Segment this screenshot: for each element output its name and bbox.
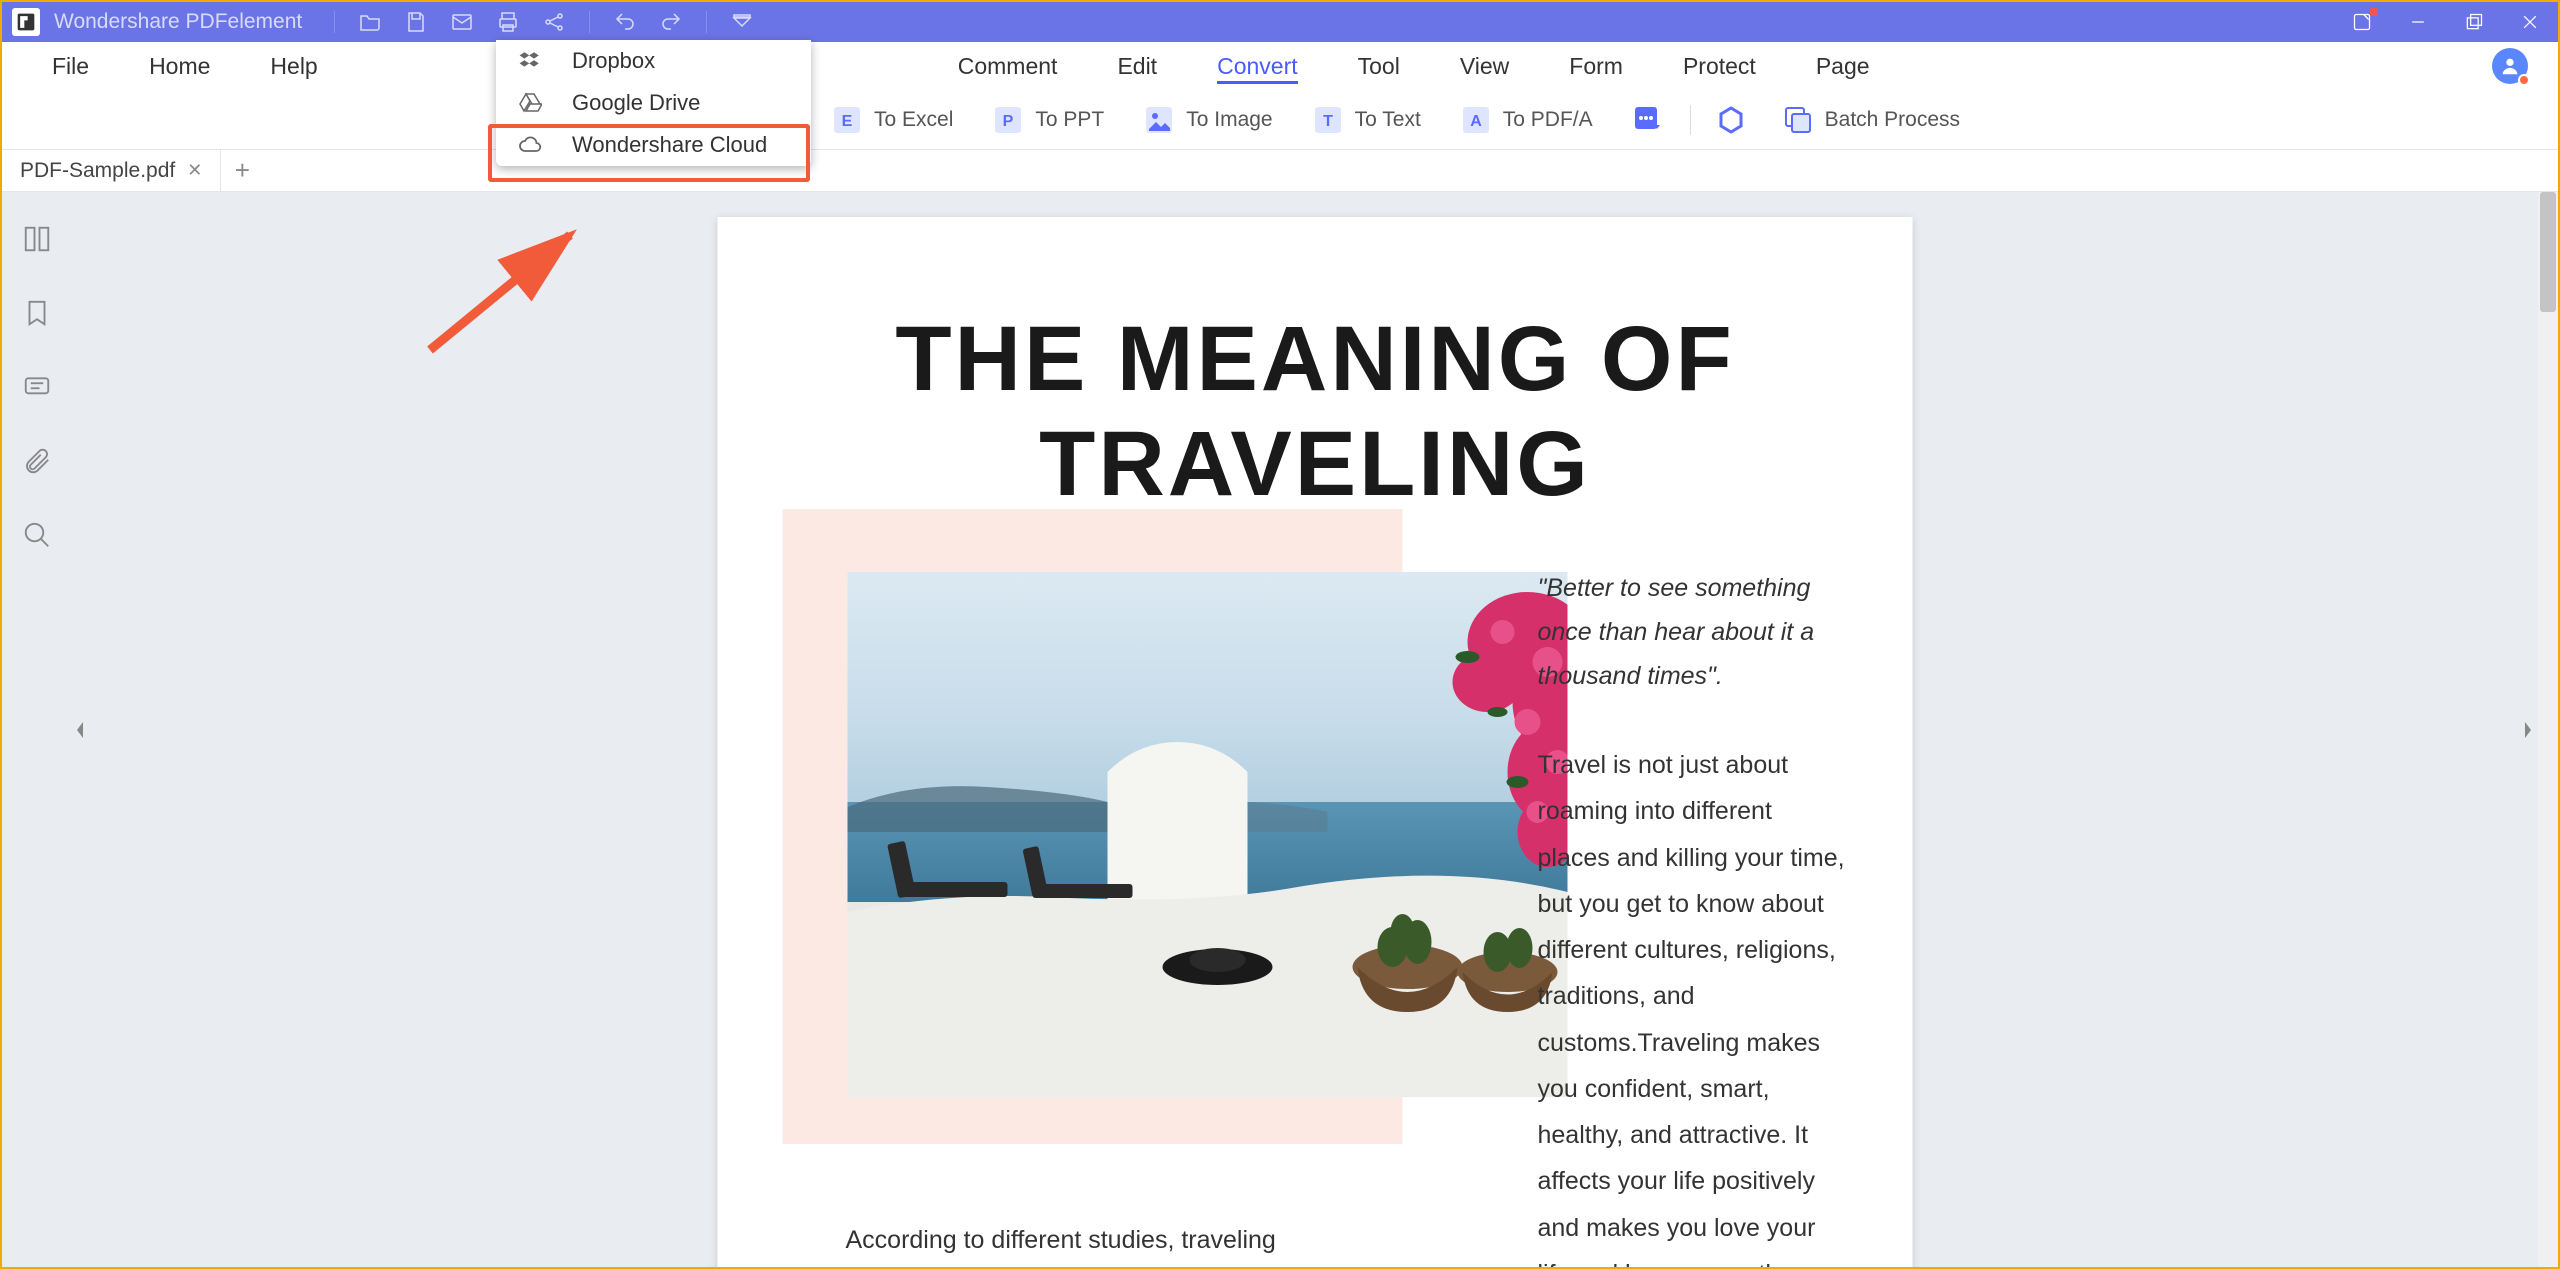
notification-badge xyxy=(2518,74,2530,86)
minimize-icon[interactable] xyxy=(2390,2,2446,42)
more-icon xyxy=(1633,105,1663,135)
svg-text:T: T xyxy=(1323,113,1333,130)
search-panel-icon[interactable] xyxy=(20,518,54,552)
maximize-icon[interactable] xyxy=(2446,2,2502,42)
convert-settings-button[interactable] xyxy=(1716,105,1758,135)
document-quote: "Better to see something once than hear … xyxy=(1538,567,1848,698)
to-text-label: To Text xyxy=(1355,108,1421,132)
mail-icon[interactable] xyxy=(447,7,477,37)
batch-icon xyxy=(1783,105,1813,135)
expand-right-panel-icon[interactable] xyxy=(2520,705,2536,755)
menu-tool[interactable]: Tool xyxy=(1328,53,1430,80)
dropdown-wscloud-label: Wondershare Cloud xyxy=(572,132,767,158)
vertical-scrollbar[interactable] xyxy=(2538,192,2558,1267)
document-paragraph-1: Travel is not just about roaming into di… xyxy=(1538,742,1848,1267)
dropdown-google-drive[interactable]: Google Drive xyxy=(496,82,811,124)
bookmarks-panel-icon[interactable] xyxy=(20,296,54,330)
svg-text:A: A xyxy=(1470,113,1482,130)
title-bar: Wondershare PDFelement xyxy=(2,2,2558,42)
batch-process-label: Batch Process xyxy=(1825,108,1960,132)
cloud-icon xyxy=(516,131,544,159)
dropdown-dropbox-label: Dropbox xyxy=(572,48,655,74)
gdrive-icon xyxy=(516,89,544,117)
user-avatar[interactable] xyxy=(2492,48,2528,84)
to-ppt-button[interactable]: P To PPT xyxy=(993,105,1104,135)
document-paragraph-2: According to different studies, travelin… xyxy=(846,1217,1316,1267)
document-title: THE MEANING OF TRAVELING xyxy=(718,307,1913,517)
to-pdfa-button[interactable]: A To PDF/A xyxy=(1461,105,1593,135)
dropdown-dropbox[interactable]: Dropbox xyxy=(496,40,811,82)
menu-form[interactable]: Form xyxy=(1539,53,1653,80)
redo-icon[interactable] xyxy=(656,7,686,37)
dropdown-wondershare-cloud[interactable]: Wondershare Cloud xyxy=(496,124,811,166)
pdf-page: THE MEANING OF TRAVELING xyxy=(718,217,1913,1267)
share-icon[interactable] xyxy=(539,7,569,37)
scrollbar-thumb[interactable] xyxy=(2540,192,2556,312)
excel-icon: E xyxy=(832,105,862,135)
to-excel-button[interactable]: E To Excel xyxy=(832,105,953,135)
open-file-icon[interactable] xyxy=(355,7,385,37)
comments-panel-icon[interactable] xyxy=(20,370,54,404)
more-convert-button[interactable] xyxy=(1633,105,1675,135)
svg-text:P: P xyxy=(1003,113,1014,130)
batch-process-button[interactable]: Batch Process xyxy=(1783,105,1960,135)
expand-left-panel-icon[interactable] xyxy=(72,705,88,755)
pdfa-icon: A xyxy=(1461,105,1491,135)
menu-protect[interactable]: Protect xyxy=(1653,53,1786,80)
document-tabs: PDF-Sample.pdf ✕ + xyxy=(2,150,2558,192)
to-excel-label: To Excel xyxy=(874,108,953,132)
menu-comment[interactable]: Comment xyxy=(928,53,1088,80)
close-window-icon[interactable] xyxy=(2502,2,2558,42)
to-image-label: To Image xyxy=(1186,108,1272,132)
menu-help[interactable]: Help xyxy=(240,53,347,80)
convert-ribbon: E To Excel P To PPT To Image T To Text A… xyxy=(2,90,2558,150)
app-logo-icon xyxy=(12,8,40,36)
feedback-icon[interactable] xyxy=(2334,2,2390,42)
main-menu: File Home Help Comment Edit Convert Tool… xyxy=(2,42,2558,90)
thumbnails-panel-icon[interactable] xyxy=(20,222,54,256)
menu-view[interactable]: View xyxy=(1430,53,1539,80)
left-sidebar xyxy=(2,192,72,1267)
to-text-button[interactable]: T To Text xyxy=(1313,105,1421,135)
menu-home[interactable]: Home xyxy=(119,53,240,80)
to-ppt-label: To PPT xyxy=(1035,108,1104,132)
menu-page[interactable]: Page xyxy=(1786,53,1900,80)
dropdown-gdrive-label: Google Drive xyxy=(572,90,700,116)
menu-file[interactable]: File xyxy=(22,53,119,80)
customize-toolbar-icon[interactable] xyxy=(727,7,757,37)
to-pdfa-label: To PDF/A xyxy=(1503,108,1593,132)
workspace: THE MEANING OF TRAVELING xyxy=(2,192,2558,1267)
hexagon-icon xyxy=(1716,105,1746,135)
attachments-panel-icon[interactable] xyxy=(20,444,54,478)
cloud-upload-dropdown: Dropbox Google Drive Wondershare Cloud xyxy=(496,40,811,166)
ppt-icon: P xyxy=(993,105,1023,135)
svg-text:E: E xyxy=(842,113,853,130)
image-icon xyxy=(1144,105,1174,135)
document-tab[interactable]: PDF-Sample.pdf ✕ xyxy=(2,150,221,191)
document-tab-label: PDF-Sample.pdf xyxy=(20,159,175,183)
new-tab-button[interactable]: + xyxy=(221,150,263,191)
app-name: Wondershare PDFelement xyxy=(54,10,302,34)
dropbox-icon xyxy=(516,47,544,75)
document-canvas[interactable]: THE MEANING OF TRAVELING xyxy=(72,192,2558,1267)
close-tab-icon[interactable]: ✕ xyxy=(187,160,202,181)
menu-edit[interactable]: Edit xyxy=(1087,53,1187,80)
print-icon[interactable] xyxy=(493,7,523,37)
undo-icon[interactable] xyxy=(610,7,640,37)
to-image-button[interactable]: To Image xyxy=(1144,105,1272,135)
menu-convert[interactable]: Convert xyxy=(1187,53,1328,80)
document-photo xyxy=(848,572,1568,1097)
save-icon[interactable] xyxy=(401,7,431,37)
text-icon: T xyxy=(1313,105,1343,135)
